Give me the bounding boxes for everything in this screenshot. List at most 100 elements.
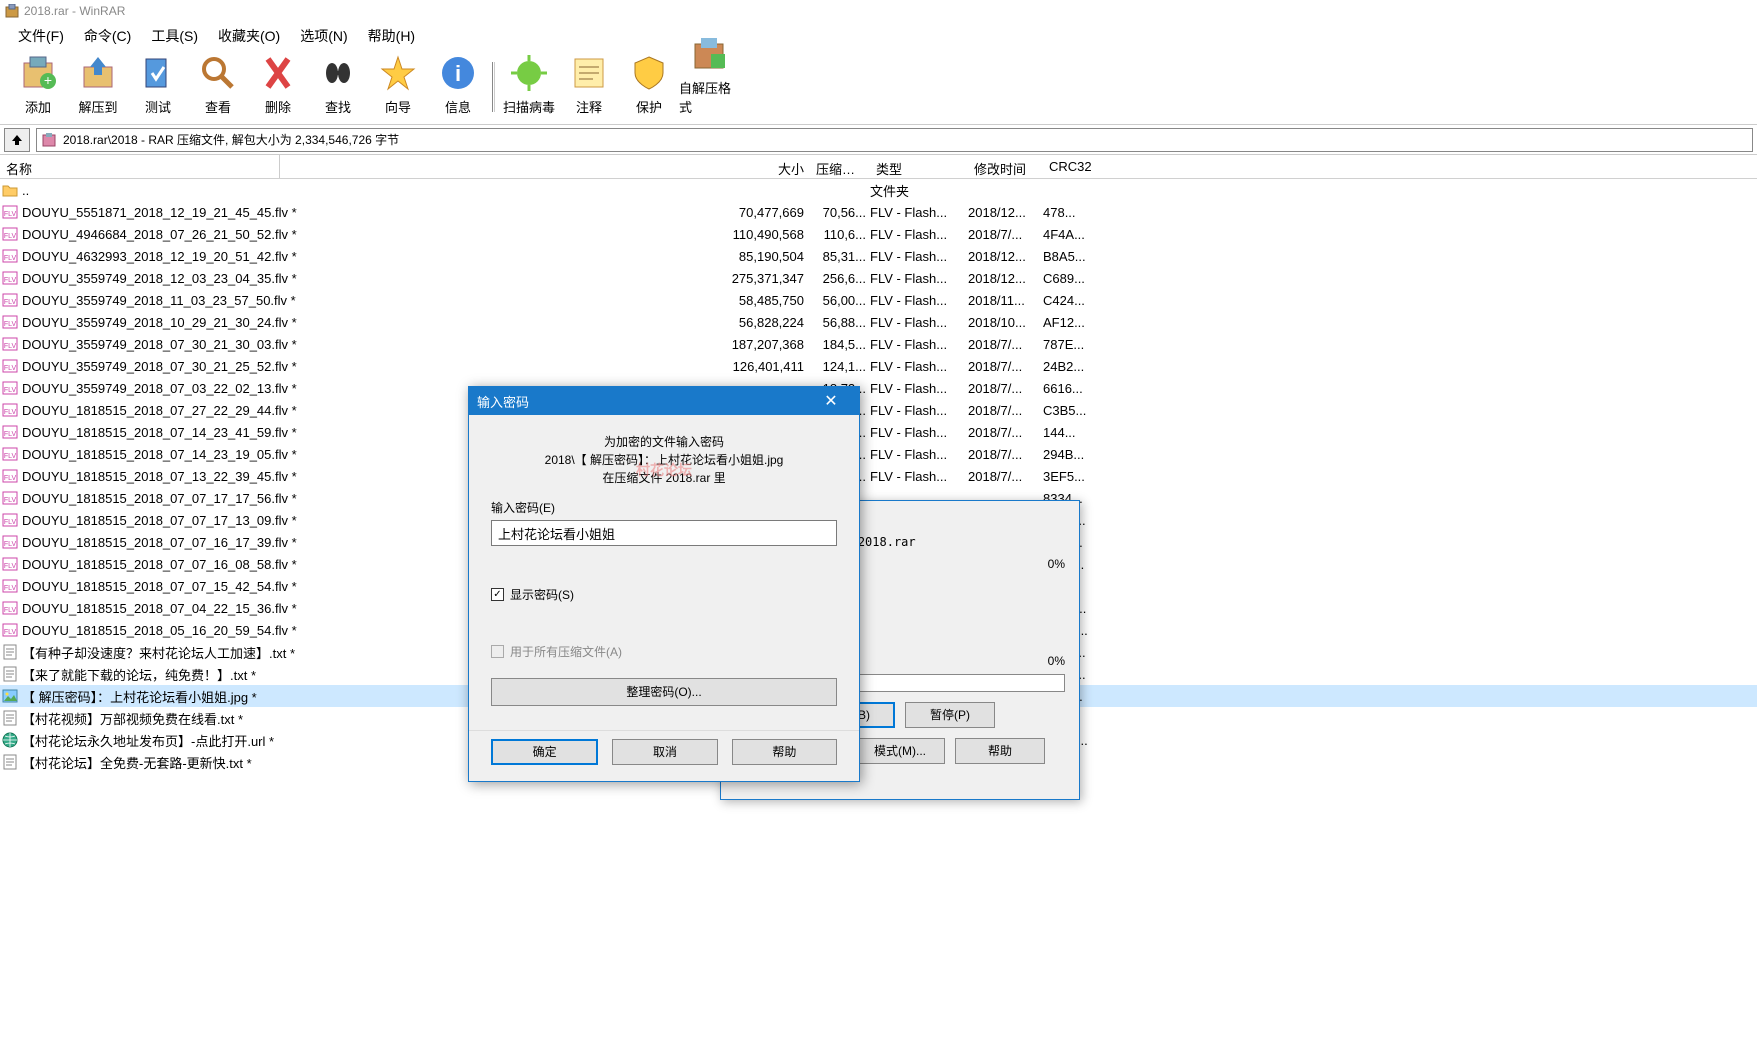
file-size: 85,190,504 [550,249,810,264]
file-row[interactable]: FLVDOUYU_1818515_2018_07_14_23_41_59.flv… [0,421,1757,443]
mode-button[interactable]: 模式(M)... [855,738,945,764]
flv-icon: FLV [2,578,18,594]
test-icon [138,53,178,93]
svg-text:FLV: FLV [4,563,17,570]
flv-icon: FLV [2,270,18,286]
svg-text:FLV: FLV [4,585,17,592]
file-row[interactable]: FLVDOUYU_1818515_2018_07_27_22_29_44.flv… [0,399,1757,421]
svg-text:FLV: FLV [4,629,17,636]
menu-item[interactable]: 收藏夹(O) [208,22,290,50]
file-row[interactable]: FLVDOUYU_3559749_2018_10_29_21_30_24.flv… [0,311,1757,333]
menu-item[interactable]: 帮助(H) [358,22,425,50]
protect-icon [629,53,669,93]
file-type: 文件夹 [870,181,968,200]
tool-comment-button[interactable]: 注释 [559,52,619,122]
svg-text:i: i [455,61,461,86]
file-name: DOUYU_3559749_2018_07_03_22_02_13.flv * [22,381,297,396]
tool-view-button[interactable]: 查看 [188,52,248,122]
path-input[interactable]: 2018.rar\2018 - RAR 压缩文件, 解包大小为 2,334,54… [36,128,1753,152]
pause-button[interactable]: 暂停(P) [905,702,995,728]
flv-icon: FLV [2,622,18,638]
file-name: 【村花论坛】全免费-无套路-更新快.txt * [22,753,252,772]
file-packed: 184,5... [810,337,870,352]
parent-folder-row[interactable]: .. 文件夹 [0,179,1757,201]
col-name[interactable]: 名称 [0,155,550,178]
toolbar-separator [492,62,495,112]
url-icon [2,732,18,748]
file-row[interactable]: FLVDOUYU_3559749_2018_07_30_21_25_52.flv… [0,355,1757,377]
menu-item[interactable]: 工具(S) [141,22,208,50]
file-row[interactable]: FLVDOUYU_3559749_2018_12_03_23_04_35.flv… [0,267,1757,289]
menu-item[interactable]: 文件(F) [8,22,74,50]
file-row[interactable]: FLV DOUYU_3559749_2018_11_03_23_57_50.flv… [0,289,1757,311]
tool-archive-add-button[interactable]: +添加 [8,52,68,122]
file-modified: 2018/7/... [968,337,1043,352]
show-password-checkbox[interactable] [491,588,504,601]
col-size[interactable]: 大小 [550,155,810,178]
cancel-button[interactable]: 取消 [612,739,717,765]
file-row[interactable]: FLV DOUYU_3559749_2018_07_03_22_02_13.flv… [0,377,1757,399]
flv-icon: FLV [2,402,18,418]
tool-label: 自解压格式 [679,78,739,116]
help-button[interactable]: 帮助 [732,739,837,765]
tool-find-button[interactable]: 查找 [308,52,368,122]
file-name: 【村花论坛永久地址发布页】-点此打开.url * [22,731,274,750]
file-modified: 2018/7/... [968,381,1043,396]
file-row[interactable]: FLVDOUYU_4632993_2018_12_19_20_51_42.flv… [0,245,1757,267]
file-row[interactable]: FLVDOUYU_5551871_2018_12_19_21_45_45.flv… [0,201,1757,223]
file-name: DOUYU_1818515_2018_07_04_22_15_36.flv * [22,601,297,616]
file-type: FLV - Flash... [870,293,968,308]
tool-protect-button[interactable]: 保护 [619,52,679,122]
tool-test-button[interactable]: 测试 [128,52,188,122]
file-crc: C689... [1043,271,1123,286]
menu-item[interactable]: 选项(N) [290,22,357,50]
file-packed: 56,88... [810,315,870,330]
col-packed[interactable]: 压缩后... [810,155,870,178]
dialog-title-text: 输入密码 [477,392,529,411]
ok-button[interactable]: 确定 [491,739,598,765]
svg-text:FLV: FLV [4,211,17,218]
file-crc: C424... [1043,293,1123,308]
file-row[interactable]: FLVDOUYU_1818515_2018_07_13_22_39_45.flv… [0,465,1757,487]
dialog-title-bar[interactable]: 输入密码 ✕ [469,387,859,415]
tool-extract-button[interactable]: 解压到 [68,52,128,122]
tool-info-button[interactable]: i信息 [428,52,488,122]
tool-sfx-button[interactable]: 自解压格式 [679,52,739,122]
file-row[interactable]: FLVDOUYU_3559749_2018_07_30_21_30_03.flv… [0,333,1757,355]
close-icon[interactable]: ✕ [811,391,851,411]
organize-passwords-button[interactable]: 整理密码(O)... [491,678,837,706]
tool-virus-button[interactable]: 扫描病毒 [499,52,559,122]
pwd-prompt-line1: 为加密的文件输入密码 [491,433,837,451]
file-modified: 2018/7/... [968,227,1043,242]
col-crc[interactable]: CRC32 [1043,155,1123,178]
file-name: .. [22,183,29,198]
tool-wizard-button[interactable]: 向导 [368,52,428,122]
svg-text:FLV: FLV [4,541,17,548]
file-name: DOUYU_1818515_2018_07_07_17_13_09.flv * [22,513,297,528]
file-name: DOUYU_1818515_2018_07_14_23_19_05.flv * [22,447,297,462]
help-button[interactable]: 帮助 [955,738,1045,764]
col-type[interactable]: 类型 [870,155,968,178]
svg-text:FLV: FLV [4,607,17,614]
file-row[interactable]: FLVDOUYU_4946684_2018_07_26_21_50_52.flv… [0,223,1757,245]
menu-item[interactable]: 命令(C) [74,22,141,50]
file-modified: 2018/7/... [968,425,1043,440]
file-packed: 56,00... [810,293,870,308]
flv-icon: FLV [2,380,18,396]
up-folder-button[interactable] [4,128,30,152]
flv-icon: FLV [2,292,18,308]
tool-delete-button[interactable]: 删除 [248,52,308,122]
view-icon [198,53,238,93]
menu-bar: 文件(F)命令(C)工具(S)收藏夹(O)选项(N)帮助(H) [0,22,1757,50]
file-packed: 110,6... [810,227,870,242]
file-size: 110,490,568 [550,227,810,242]
file-name: DOUYU_3559749_2018_11_03_23_57_50.flv * [22,293,296,308]
column-resize-handle[interactable] [274,155,280,178]
col-mod[interactable]: 修改时间 [968,155,1043,178]
file-crc: 294B... [1043,447,1123,462]
file-row[interactable]: FLVDOUYU_1818515_2018_07_14_23_19_05.flv… [0,443,1757,465]
file-name: DOUYU_1818515_2018_07_07_16_17_39.flv * [22,535,297,550]
info-icon: i [438,53,478,93]
password-input[interactable] [491,520,837,546]
svg-text:FLV: FLV [4,321,17,328]
